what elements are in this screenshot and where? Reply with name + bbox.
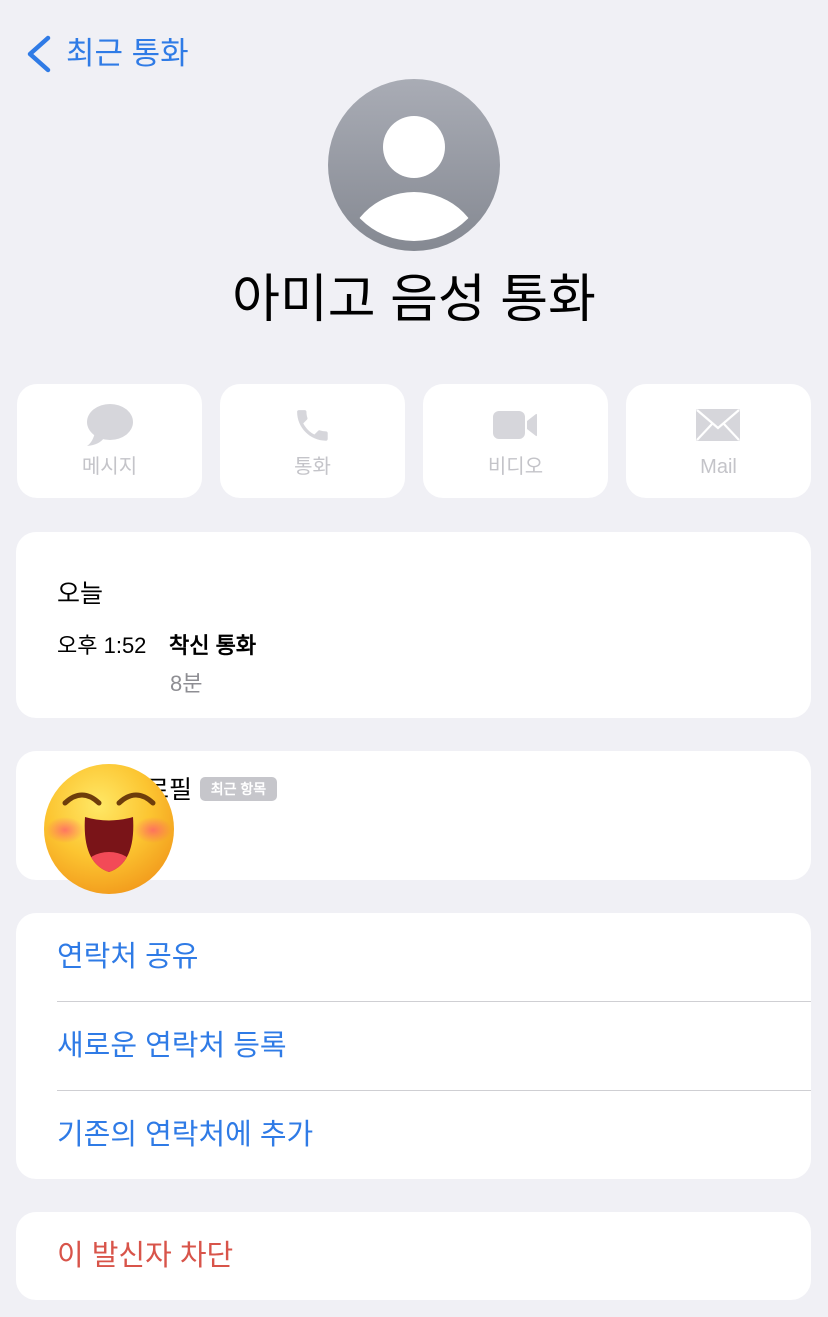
block-caller-button[interactable]: 이 발신자 차단 <box>16 1212 811 1300</box>
share-contact-label[interactable]: 연락처 공유 <box>57 937 198 977</box>
envelope-icon <box>693 403 743 447</box>
contact-name: 아미고 음성 통화 <box>232 271 596 329</box>
call-type: 착신 통화 <box>169 633 257 658</box>
call-button-label: 통화 <box>294 456 331 478</box>
block-caller-label[interactable]: 이 발신자 차단 <box>57 1236 233 1276</box>
call-time: 오후 1:52 <box>57 633 147 658</box>
add-to-existing-contact-row[interactable]: 기존의 연락처에 추가 <box>16 1091 811 1179</box>
create-new-contact-row[interactable]: 새로운 연락처 등록 <box>16 1002 811 1090</box>
back-button[interactable]: 최근 통화 <box>22 28 202 80</box>
chevron-left-icon[interactable] <box>24 35 54 73</box>
phone-icon <box>287 403 337 447</box>
message-bubble-icon <box>84 403 134 447</box>
smiling-face-emoji-icon <box>44 764 174 894</box>
block-caller-card: 이 발신자 차단 <box>16 1212 811 1300</box>
call-button[interactable]: 통화 <box>220 384 405 498</box>
call-history-day: 오늘 <box>57 580 104 608</box>
contact-actions-card: 연락처 공유 새로운 연락처 등록 기존의 연락처에 추가 <box>16 913 811 1179</box>
create-new-contact-label[interactable]: 새로운 연락처 등록 <box>57 1026 287 1066</box>
person-silhouette-icon <box>328 79 500 251</box>
video-camera-icon <box>490 403 540 447</box>
message-button-label: 메시지 <box>81 456 138 478</box>
mail-button[interactable]: Mail <box>626 384 811 498</box>
back-button-label[interactable]: 최근 통화 <box>66 34 189 74</box>
share-contact-row[interactable]: 연락처 공유 <box>16 913 811 1001</box>
call-history-card: 오늘 오후 1:52 착신 통화 8분 <box>16 532 811 718</box>
add-to-existing-contact-label[interactable]: 기존의 연락처에 추가 <box>57 1115 313 1155</box>
mail-button-label: Mail <box>700 456 737 478</box>
call-duration: 8분 <box>170 671 203 696</box>
video-button-label: 비디오 <box>487 456 544 478</box>
message-button[interactable]: 메시지 <box>17 384 202 498</box>
recent-badge: 최근 항목 <box>200 777 277 801</box>
video-button[interactable]: 비디오 <box>423 384 608 498</box>
